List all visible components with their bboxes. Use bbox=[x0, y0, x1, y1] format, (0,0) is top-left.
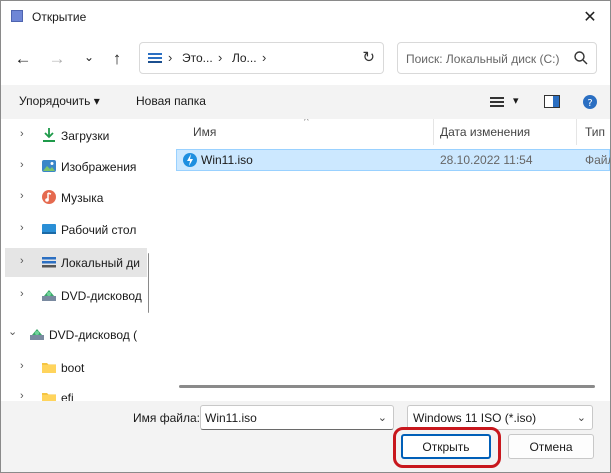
dialog-app-icon bbox=[11, 10, 23, 22]
sort-ascending-icon: ^ bbox=[304, 119, 309, 127]
sidebar-item-pictures[interactable]: › Изображения bbox=[5, 152, 147, 181]
open-file-dialog: Открытие ✕ ← → ⌄ ↑ › Это... › Ло... › ↻ … bbox=[0, 0, 611, 473]
up-button[interactable]: ↑ bbox=[105, 47, 129, 71]
chevron-right-icon[interactable]: › bbox=[20, 190, 24, 202]
column-header-name[interactable]: Имя bbox=[193, 125, 216, 139]
filename-value: Win11.iso bbox=[205, 411, 257, 425]
sidebar-item-label: Рабочий стол bbox=[61, 223, 137, 237]
sidebar-item-label: efi bbox=[61, 391, 74, 401]
chevron-right-icon[interactable]: › bbox=[20, 360, 24, 372]
this-pc-icon bbox=[148, 53, 162, 63]
breadcrumb-local-disk[interactable]: Ло... bbox=[232, 51, 257, 65]
column-divider[interactable] bbox=[576, 119, 577, 145]
view-options-icon[interactable] bbox=[490, 96, 504, 108]
view-chevron-icon[interactable]: ▾ bbox=[513, 94, 519, 107]
chevron-down-icon: ▾ bbox=[93, 94, 100, 108]
help-icon[interactable]: ? bbox=[582, 94, 598, 110]
file-row[interactable]: Win11.iso 28.10.2022 11:54 Файл bbox=[176, 149, 610, 171]
address-bar[interactable]: › Это... › Ло... › ↻ bbox=[139, 42, 384, 74]
chevron-down-icon[interactable]: ⌄ bbox=[8, 325, 17, 338]
desktop-icon bbox=[41, 221, 57, 237]
dvd-icon bbox=[29, 326, 45, 342]
file-type: Файл bbox=[585, 153, 610, 167]
sidebar-item-label: Изображения bbox=[61, 160, 137, 174]
dvd-icon bbox=[41, 287, 57, 303]
sidebar-item-dvd-drive-expanded[interactable]: ⌄ DVD-дисковод ( bbox=[1, 320, 138, 349]
content-area: › Загрузки › Изображения › Музыка › Рабо… bbox=[1, 119, 610, 401]
cancel-button[interactable]: Отмена bbox=[508, 434, 594, 459]
recent-locations-button[interactable]: ⌄ bbox=[77, 45, 101, 69]
sidebar-scrollbar[interactable] bbox=[148, 253, 149, 313]
filename-label: Имя файла: bbox=[133, 411, 200, 425]
music-icon bbox=[41, 189, 57, 205]
organize-button[interactable]: Упорядочить ▾ bbox=[19, 94, 100, 108]
dialog-footer: Имя файла: Win11.iso ⌄ Windows 11 ISO (*… bbox=[1, 401, 610, 472]
chevron-down-icon: ⌄ bbox=[576, 412, 586, 424]
file-list[interactable]: ^ Имя Дата изменения Тип Win11.iso 28.10… bbox=[163, 119, 610, 401]
column-divider[interactable] bbox=[433, 119, 434, 145]
sidebar-item-efi[interactable]: › efi bbox=[5, 383, 147, 401]
column-header-type[interactable]: Тип bbox=[585, 125, 605, 139]
file-name: Win11.iso bbox=[201, 153, 253, 167]
chevron-down-icon[interactable]: ⌄ bbox=[378, 411, 387, 424]
download-icon bbox=[41, 127, 57, 143]
file-date: 28.10.2022 11:54 bbox=[440, 153, 533, 167]
drive-icon bbox=[41, 254, 57, 270]
filename-field[interactable]: Win11.iso ⌄ bbox=[200, 405, 394, 430]
sidebar-item-label: DVD-дисковод ( bbox=[49, 328, 138, 342]
chevron-right-icon[interactable]: › bbox=[20, 390, 24, 401]
back-button[interactable]: ← bbox=[11, 47, 35, 71]
sidebar-item-label: Музыка bbox=[61, 191, 104, 205]
close-button[interactable]: ✕ bbox=[570, 1, 610, 33]
navigation-pane[interactable]: › Загрузки › Изображения › Музыка › Рабо… bbox=[1, 119, 149, 401]
search-placeholder: Поиск: Локальный диск (C:) bbox=[406, 52, 560, 66]
search-icon bbox=[572, 49, 590, 67]
navigation-bar: ← → ⌄ ↑ › Это... › Ло... › ↻ Поиск: Лока… bbox=[1, 33, 610, 85]
title-bar: Открытие ✕ bbox=[1, 1, 610, 33]
open-button[interactable]: Открыть bbox=[401, 434, 491, 459]
preview-pane-icon[interactable] bbox=[544, 95, 560, 108]
sidebar-item-label: DVD-дисковод bbox=[61, 289, 142, 303]
sidebar-item-label: Загрузки bbox=[61, 129, 110, 143]
sidebar-item-desktop[interactable]: › Рабочий стол bbox=[5, 215, 147, 244]
breadcrumb-separator: › bbox=[168, 50, 173, 65]
chevron-right-icon[interactable]: › bbox=[20, 159, 24, 171]
file-type-value: Windows 11 ISO (*.iso) bbox=[413, 411, 537, 425]
breadcrumb-this-pc[interactable]: Это... bbox=[182, 51, 213, 65]
sidebar-item-dvd-drive[interactable]: › DVD-дисковод bbox=[5, 281, 147, 310]
folder-icon bbox=[41, 359, 57, 375]
chevron-right-icon[interactable]: › bbox=[20, 128, 24, 140]
chevron-right-icon[interactable]: › bbox=[20, 255, 24, 267]
pictures-icon bbox=[41, 158, 57, 174]
forward-button[interactable]: → bbox=[45, 47, 69, 71]
search-box[interactable]: Поиск: Локальный диск (C:) bbox=[397, 42, 597, 74]
dialog-title: Открытие bbox=[32, 10, 87, 24]
chevron-right-icon[interactable]: › bbox=[20, 222, 24, 234]
sidebar-item-music[interactable]: › Музыка bbox=[5, 183, 147, 212]
column-header-date[interactable]: Дата изменения bbox=[440, 125, 530, 139]
breadcrumb-separator: › bbox=[262, 50, 267, 65]
iso-file-icon bbox=[182, 152, 198, 168]
breadcrumb-separator: › bbox=[218, 50, 223, 65]
sidebar-item-local-disk[interactable]: › Локальный ди bbox=[5, 248, 147, 277]
svg-text:?: ? bbox=[587, 98, 592, 109]
sidebar-item-downloads[interactable]: › Загрузки bbox=[5, 121, 147, 150]
organize-label: Упорядочить bbox=[19, 94, 91, 108]
column-header-row: ^ Имя Дата изменения Тип bbox=[163, 119, 610, 145]
folder-icon bbox=[41, 389, 57, 401]
new-folder-button[interactable]: Новая папка bbox=[136, 94, 206, 108]
sidebar-item-boot[interactable]: › boot bbox=[5, 353, 147, 382]
chevron-right-icon[interactable]: › bbox=[20, 288, 24, 300]
sidebar-item-label: Локальный ди bbox=[61, 256, 140, 270]
refresh-icon[interactable]: ↻ bbox=[362, 48, 375, 66]
sidebar-item-label: boot bbox=[61, 361, 85, 375]
command-bar: Упорядочить ▾ Новая папка ▾ ? bbox=[1, 85, 610, 119]
horizontal-scrollbar[interactable] bbox=[179, 385, 595, 388]
